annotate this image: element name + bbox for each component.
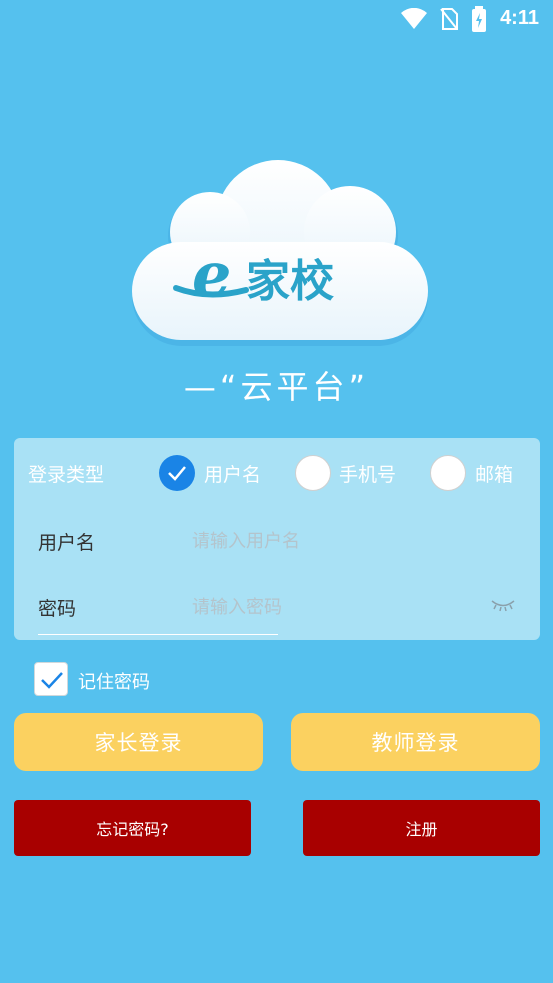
logo-e: e <box>192 238 232 311</box>
logo-text: 家校 <box>246 256 334 307</box>
password-input[interactable] <box>190 586 484 628</box>
parent-login-button[interactable]: 家长登录 <box>14 713 263 771</box>
username-row: 用户名 <box>14 508 540 572</box>
check-icon <box>41 672 63 689</box>
slogan: —“云平台” <box>183 368 370 406</box>
username-input[interactable] <box>190 520 484 562</box>
login-type-label: 登录类型 <box>28 464 105 486</box>
wifi-icon <box>401 8 427 29</box>
radio-email-label[interactable]: 邮箱 <box>475 460 513 487</box>
radio-username-label[interactable]: 用户名 <box>204 460 261 487</box>
eye-closed-icon[interactable] <box>490 598 516 612</box>
remember-checkbox[interactable] <box>34 662 68 696</box>
battery-icon <box>472 6 486 32</box>
no-sim-icon <box>440 8 458 30</box>
check-icon <box>168 466 186 481</box>
radio-email[interactable] <box>430 455 466 491</box>
remember-label[interactable]: 记住密码 <box>78 668 150 694</box>
radio-phone[interactable] <box>295 455 331 491</box>
password-underline <box>38 634 278 635</box>
password-row: 密码 <box>14 574 540 638</box>
password-label: 密码 <box>38 598 77 620</box>
teacher-login-button[interactable]: 教师登录 <box>291 713 540 771</box>
forgot-password-button[interactable]: 忘记密码? <box>14 800 251 856</box>
cloud-icon <box>132 160 428 346</box>
login-panel: 登录类型 用户名 手机号 邮箱 用户名 密码 <box>14 438 540 640</box>
username-label: 用户名 <box>38 532 96 554</box>
login-type-row: 登录类型 用户名 手机号 邮箱 <box>14 438 540 508</box>
register-button[interactable]: 注册 <box>303 800 540 856</box>
status-bar: 4:11 <box>0 0 553 38</box>
radio-username[interactable] <box>159 455 195 491</box>
status-time: 4:11 <box>500 7 539 29</box>
radio-phone-label[interactable]: 手机号 <box>339 460 396 487</box>
app-logo: e 家校 <box>128 150 432 350</box>
